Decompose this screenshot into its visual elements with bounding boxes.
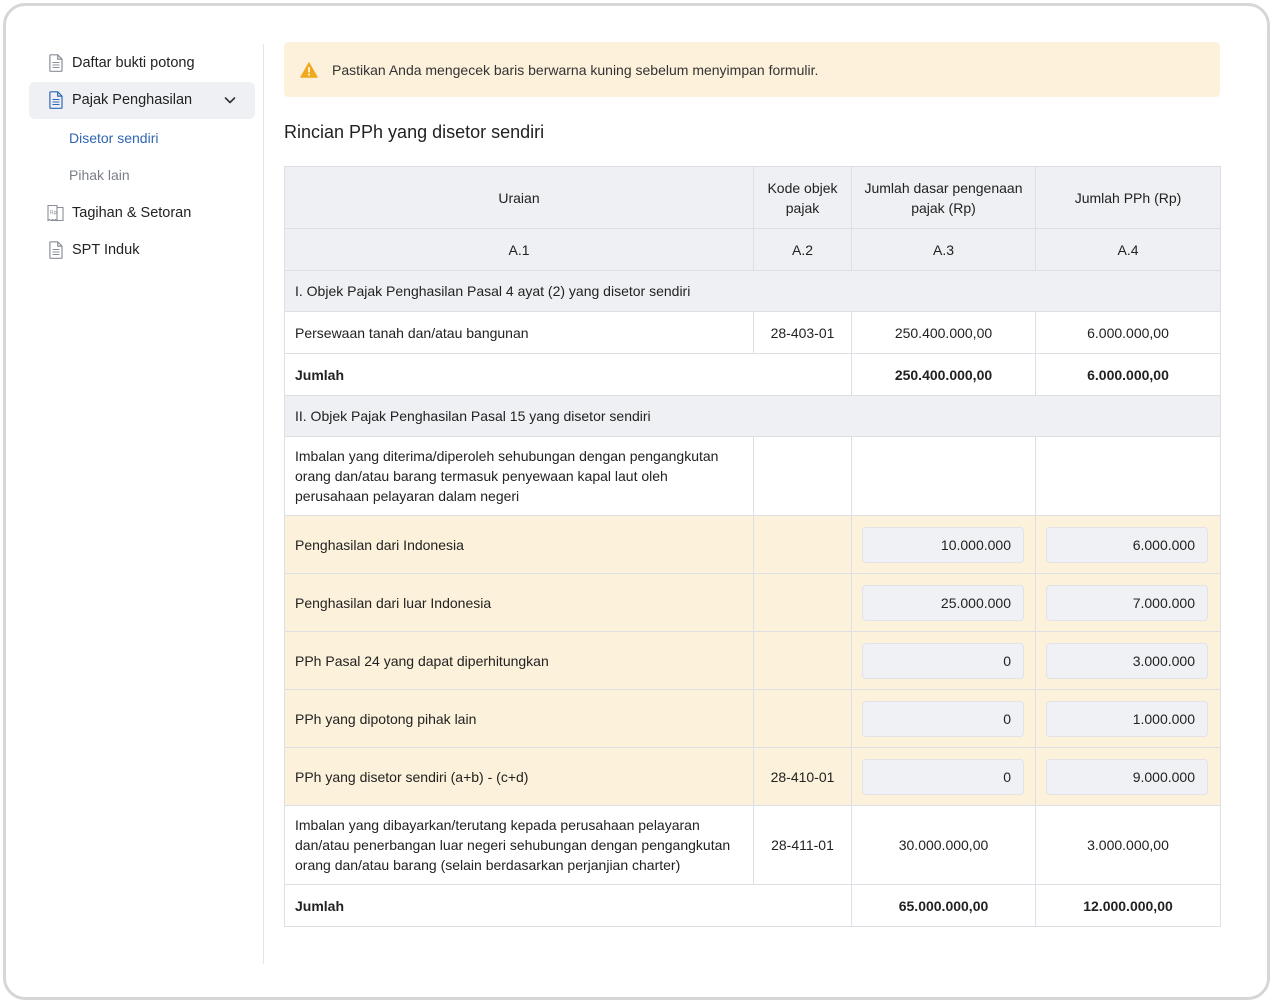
total-label: Jumlah	[284, 353, 852, 396]
cell-dpp: 250.400.000,00	[851, 311, 1036, 354]
total-dpp: 65.000.000,00	[851, 884, 1036, 927]
total-dpp: 250.400.000,00	[851, 353, 1036, 396]
sidebar-subitem-pihak-lain[interactable]: Pihak lain	[29, 157, 255, 195]
highlighted-input-row: PPh Pasal 24 yang dapat diperhitungkan 0…	[284, 631, 1221, 690]
cell-kode	[753, 631, 852, 690]
cell-dpp: 30.000.000,00	[851, 805, 1036, 885]
column-header-pph: Jumlah PPh (Rp)	[1035, 166, 1221, 229]
document-icon	[47, 53, 65, 73]
sidebar-item-label: Daftar bukti potong	[72, 54, 195, 71]
dpp-input[interactable]: 25.000.000	[862, 584, 1024, 621]
warning-alert: Pastikan Anda mengecek baris berwarna ku…	[284, 42, 1220, 97]
pph-input[interactable]: 7.000.000	[1046, 584, 1208, 621]
total-row: Jumlah 65.000.000,00 12.000.000,00	[284, 884, 1221, 927]
main-content: Pastikan Anda mengecek baris berwarna ku…	[284, 42, 1221, 927]
document-icon	[47, 90, 65, 110]
pph-table: Uraian Kode objek pajak Jumlah dasar pen…	[284, 166, 1221, 927]
cell-kode: 28-410-01	[753, 747, 852, 806]
cell-pph: 6.000.000,00	[1035, 311, 1221, 354]
pph-input[interactable]: 6.000.000	[1046, 526, 1208, 563]
highlighted-input-row: Penghasilan dari Indonesia 10.000.000 6.…	[284, 515, 1221, 574]
total-row: Jumlah 250.400.000,00 6.000.000,00	[284, 353, 1221, 396]
total-label: Jumlah	[284, 884, 852, 927]
cell-uraian: PPh yang dipotong pihak lain	[284, 689, 754, 748]
group-title: II. Objek Pajak Penghasilan Pasal 15 yan…	[284, 395, 1221, 437]
group-header-row: I. Objek Pajak Penghasilan Pasal 4 ayat …	[284, 270, 1221, 312]
column-code: A.4	[1035, 228, 1221, 271]
warning-icon	[300, 61, 318, 78]
dpp-input[interactable]: 0	[862, 758, 1024, 795]
column-code: A.2	[753, 228, 852, 271]
sidebar-item-label: Tagihan & Setoran	[72, 204, 192, 221]
sidebar-item-spt-induk[interactable]: SPT Induk	[29, 232, 255, 270]
sidebar-subitem-disetor-sendiri[interactable]: Disetor sendiri	[29, 119, 255, 157]
section-title: Rincian PPh yang disetor sendiri	[284, 122, 545, 142]
cell-kode: 28-411-01	[753, 805, 852, 885]
cell-kode	[753, 436, 852, 516]
cell-pph: 3.000.000,00	[1035, 805, 1221, 885]
group-title: I. Objek Pajak Penghasilan Pasal 4 ayat …	[284, 270, 1221, 312]
table-row: Persewaan tanah dan/atau bangunan 28-403…	[284, 311, 1221, 354]
svg-text:Rp: Rp	[50, 210, 57, 216]
dpp-input[interactable]: 10.000.000	[862, 526, 1024, 563]
sidebar: Daftar bukti potong Pajak Penghasilan Di…	[29, 44, 255, 269]
chevron-down-icon[interactable]	[223, 93, 237, 111]
pph-input[interactable]: 1.000.000	[1046, 700, 1208, 737]
highlighted-input-row: PPh yang dipotong pihak lain 0 1.000.000	[284, 689, 1221, 748]
total-pph: 6.000.000,00	[1035, 353, 1221, 396]
sidebar-item-daftar-bukti-potong[interactable]: Daftar bukti potong	[29, 44, 255, 82]
cell-uraian: PPh Pasal 24 yang dapat diperhitungkan	[284, 631, 754, 690]
receipt-icon: Rp	[47, 203, 65, 223]
sidebar-item-tagihan-setoran[interactable]: Rp Tagihan & Setoran	[29, 194, 255, 232]
column-header-uraian: Uraian	[284, 166, 754, 229]
cell-kode	[753, 515, 852, 574]
sidebar-item-pajak-penghasilan[interactable]: Pajak Penghasilan	[29, 81, 255, 119]
cell-uraian: Penghasilan dari luar Indonesia	[284, 573, 754, 632]
column-header-dpp: Jumlah dasar pengenaan pajak (Rp)	[851, 166, 1036, 229]
cell-uraian: Persewaan tanah dan/atau bangunan	[284, 311, 754, 354]
column-header-kode: Kode objek pajak	[753, 166, 852, 229]
pph-input[interactable]: 3.000.000	[1046, 642, 1208, 679]
cell-uraian: Imbalan yang diterima/diperoleh sehubung…	[284, 436, 754, 516]
alert-text: Pastikan Anda mengecek baris berwarna ku…	[332, 61, 819, 78]
sidebar-divider	[263, 44, 264, 964]
group-header-row: II. Objek Pajak Penghasilan Pasal 15 yan…	[284, 395, 1221, 437]
column-code: A.1	[284, 228, 754, 271]
cell-uraian: Imbalan yang dibayarkan/terutang kepada …	[284, 805, 754, 885]
cell-pph	[1035, 436, 1221, 516]
cell-uraian: PPh yang disetor sendiri (a+b) - (c+d)	[284, 747, 754, 806]
document-icon	[47, 240, 65, 260]
sidebar-item-label: SPT Induk	[72, 242, 140, 259]
cell-uraian: Penghasilan dari Indonesia	[284, 515, 754, 574]
highlighted-input-row: PPh yang disetor sendiri (a+b) - (c+d) 2…	[284, 747, 1221, 806]
sidebar-item-label: Pajak Penghasilan	[72, 92, 193, 109]
app-window: Daftar bukti potong Pajak Penghasilan Di…	[3, 3, 1270, 1000]
table-row: Imbalan yang dibayarkan/terutang kepada …	[284, 805, 1221, 885]
dpp-input[interactable]: 0	[862, 700, 1024, 737]
cell-dpp	[851, 436, 1036, 516]
column-code: A.3	[851, 228, 1036, 271]
highlighted-input-row: Penghasilan dari luar Indonesia 25.000.0…	[284, 573, 1221, 632]
cell-kode	[753, 689, 852, 748]
pph-input[interactable]: 9.000.000	[1046, 758, 1208, 795]
table-row: Imbalan yang diterima/diperoleh sehubung…	[284, 436, 1221, 516]
cell-kode: 28-403-01	[753, 311, 852, 354]
cell-kode	[753, 573, 852, 632]
dpp-input[interactable]: 0	[862, 642, 1024, 679]
total-pph: 12.000.000,00	[1035, 884, 1221, 927]
